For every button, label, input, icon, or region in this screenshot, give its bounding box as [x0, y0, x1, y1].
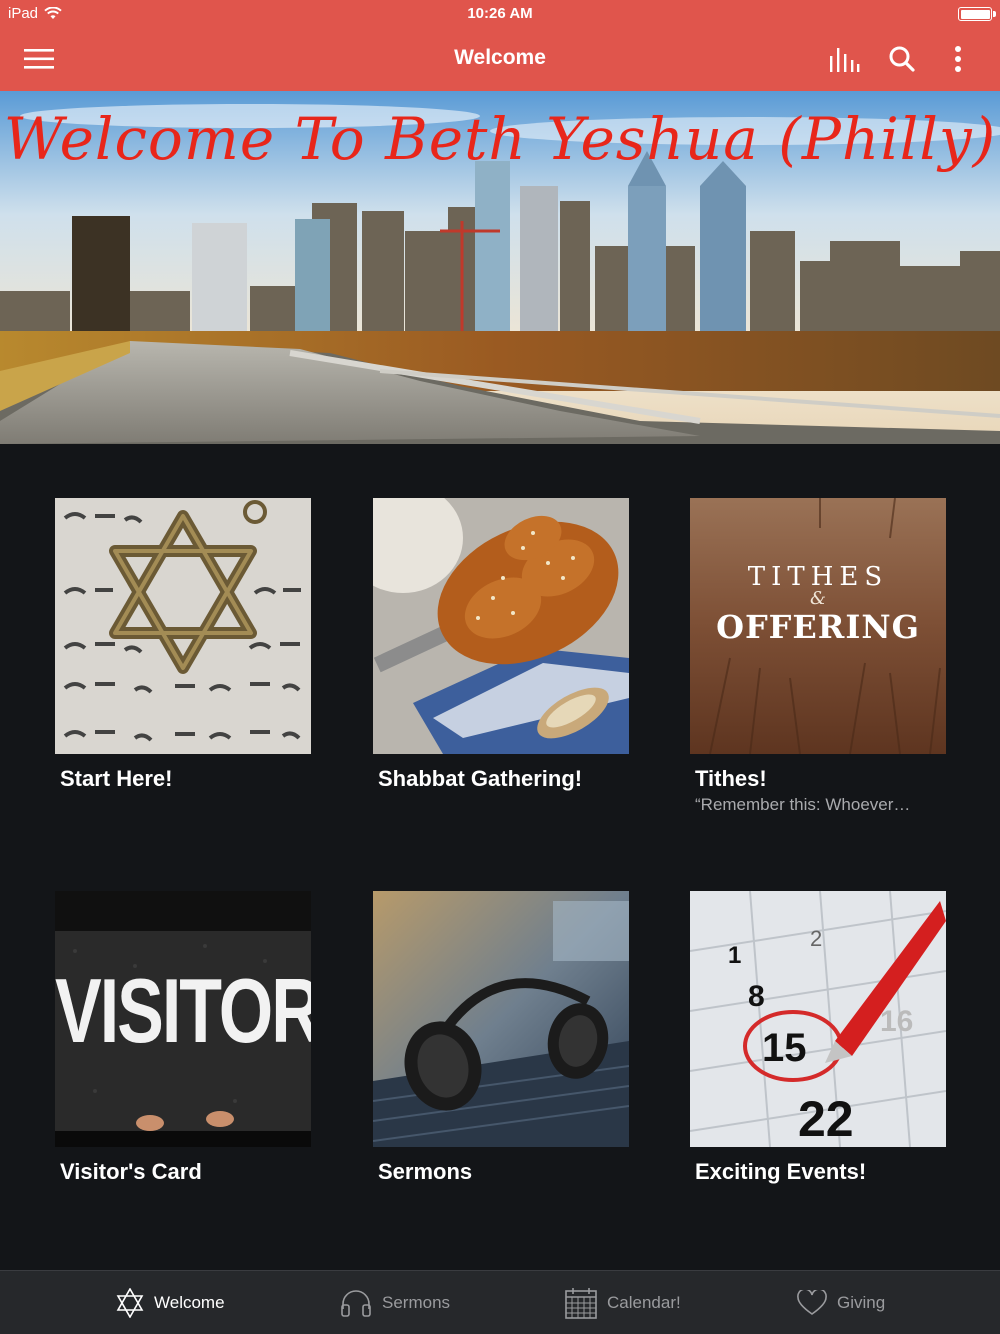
hero-title: Welcome To Beth Yeshua (Philly) — [3, 105, 997, 173]
status-time: 10:26 AM — [467, 5, 533, 22]
tile-title: Tithes! — [695, 766, 767, 791]
ampersand-image-text: & — [809, 588, 827, 609]
heart-icon — [797, 1290, 827, 1315]
tab-giving[interactable]: Giving — [797, 1271, 885, 1334]
headphones-photo — [373, 891, 629, 1147]
tile-image-calendar: 1 2 8 15 16 22 — [690, 891, 946, 1147]
tab-bar: Welcome Sermons Calendar! Giving — [0, 1270, 1000, 1334]
tile-visitors-card[interactable]: VISITOR Visitor's Card — [55, 891, 311, 1185]
tab-label: Giving — [837, 1293, 886, 1312]
tile-image-headphones — [373, 891, 629, 1147]
top-bar: iPad 10:26 AM Welcome — [0, 0, 1000, 91]
search-icon — [889, 46, 915, 72]
calendar-day-1: 1 — [728, 942, 741, 969]
battery-icon — [958, 7, 996, 21]
calendar-pen-photo: 1 2 8 15 16 22 — [690, 891, 946, 1147]
calendar-day-22: 22 — [798, 1091, 854, 1147]
calendar-day-2: 2 — [810, 926, 822, 951]
tab-sermons[interactable]: Sermons — [340, 1271, 450, 1334]
equalizer-icon — [830, 48, 860, 72]
hero-banner: Welcome To Beth Yeshua (Philly) — [0, 91, 1000, 444]
more-vertical-icon — [955, 46, 961, 72]
tile-title: Exciting Events! — [695, 1159, 867, 1184]
headphones-icon — [341, 1290, 371, 1317]
star-of-david-icon — [116, 1288, 144, 1318]
app-root: iPad 10:26 AM Welcome Welcome To Beth Ye… — [0, 0, 1000, 1334]
tile-subtitle: “Remember this: Whoever… — [695, 795, 911, 814]
calendar-icon — [565, 1288, 597, 1319]
calendar-day-8: 8 — [748, 980, 765, 1013]
visitor-image-text: VISITOR — [55, 960, 311, 1062]
tile-title: Shabbat Gathering! — [378, 766, 583, 791]
tile-image-challah — [373, 498, 629, 754]
tile-image-star-of-david — [55, 498, 311, 754]
offering-image-text: OFFERING — [716, 608, 920, 646]
status-bar: iPad 10:26 AM — [0, 0, 1000, 28]
star-of-david-photo — [55, 498, 311, 754]
more-options-button[interactable] — [940, 41, 976, 77]
tab-label: Sermons — [382, 1293, 451, 1312]
calendar-day-16: 16 — [880, 1005, 913, 1038]
tab-label: Calendar! — [607, 1293, 681, 1312]
tab-welcome[interactable]: Welcome — [116, 1271, 225, 1334]
search-button[interactable] — [884, 41, 920, 77]
audio-player-button[interactable] — [826, 41, 862, 77]
tile-shabbat-gathering[interactable]: Shabbat Gathering! — [373, 498, 629, 792]
tile-tithes[interactable]: TITHES & OFFERING Tithes! “Remember this… — [690, 498, 946, 815]
tile-image-visitor: VISITOR — [55, 891, 311, 1147]
tile-sermons[interactable]: Sermons — [373, 891, 629, 1185]
tile-title: Start Here! — [60, 766, 173, 791]
challah-bread-photo — [373, 498, 629, 754]
tile-title: Visitor's Card — [60, 1159, 202, 1184]
calendar-day-15: 15 — [762, 1026, 807, 1070]
tab-label: Welcome — [154, 1293, 225, 1312]
nav-bar: Welcome — [0, 28, 1000, 91]
tile-exciting-events[interactable]: 1 2 8 15 16 22 Exciting Events! — [690, 891, 946, 1185]
tile-image-tithes: TITHES & OFFERING — [690, 498, 946, 754]
tab-calendar[interactable]: Calendar! — [565, 1271, 681, 1334]
tile-start-here[interactable]: Start Here! — [55, 498, 311, 792]
tile-title: Sermons — [378, 1159, 473, 1184]
